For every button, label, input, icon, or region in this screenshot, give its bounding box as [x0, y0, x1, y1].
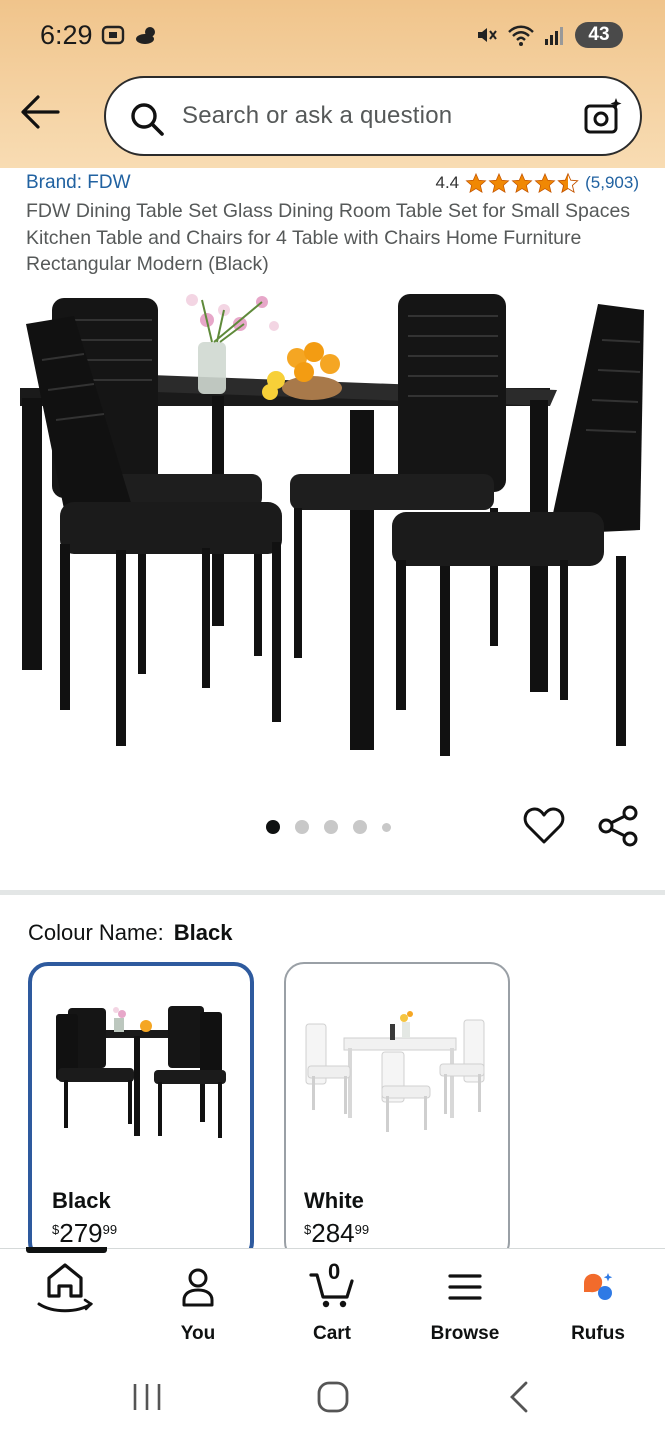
home-button-icon[interactable] [316, 1380, 350, 1414]
carousel-dot[interactable] [266, 820, 280, 834]
status-time: 6:29 [40, 20, 93, 50]
mute-icon [478, 28, 497, 42]
product-title: FDW Dining Table Set Glass Dining Room T… [26, 200, 631, 275]
search-input[interactable]: Search or ask a question [182, 102, 452, 130]
heart-icon[interactable] [522, 804, 566, 848]
colour-label-text: Colour Name: [28, 920, 164, 945]
nav-cart[interactable]: 0 Cart [277, 1259, 387, 1345]
price-fraction: 99 [354, 1222, 370, 1237]
home-icon [37, 1263, 94, 1313]
carousel-dot[interactable] [295, 820, 309, 834]
screenshot-icon [101, 25, 125, 45]
price-currency: $ [304, 1222, 312, 1237]
price-fraction: 99 [102, 1222, 118, 1237]
brand-link[interactable]: Brand: FDW [26, 172, 131, 194]
swatch-name: White [304, 1188, 364, 1213]
star-half-icon [557, 172, 579, 194]
active-tab-indicator [26, 1247, 107, 1253]
nav-browse[interactable]: Browse [410, 1265, 520, 1345]
rufus-icon [584, 1273, 613, 1300]
star-rating [465, 172, 579, 194]
search-icon [131, 103, 164, 136]
swatch-image-black [56, 1006, 226, 1138]
colour-option-black[interactable]: Black $ 279 99 [28, 962, 254, 1262]
arrow-left-icon[interactable] [18, 92, 62, 132]
weather-icon [136, 27, 155, 44]
back-button-icon[interactable] [506, 1380, 532, 1414]
star-icon [511, 172, 533, 193]
carousel-dot[interactable] [382, 822, 391, 832]
nav-home[interactable] [10, 1263, 120, 1313]
colour-label: Colour Name: Black [28, 920, 232, 946]
carousel-dots[interactable] [266, 820, 391, 834]
battery-indicator: 43 [575, 22, 623, 48]
nav-label: Rufus [571, 1323, 625, 1344]
menu-icon [448, 1274, 482, 1300]
swatch-image-white [305, 1011, 485, 1132]
share-icon[interactable] [596, 804, 640, 848]
system-nav-bar [0, 1346, 665, 1440]
swatch-price: $ 284 99 [304, 1218, 369, 1249]
rating-count[interactable]: (5,903) [585, 173, 639, 193]
signal-icon [545, 27, 563, 45]
cart-count-badge: 0 [328, 1259, 341, 1284]
user-icon [182, 1268, 214, 1307]
bottom-nav: You 0 Cart Browse Rufus [0, 1247, 665, 1346]
swatch-price: $ 279 99 [52, 1218, 117, 1249]
nav-label: You [180, 1323, 216, 1344]
camera-icon[interactable] [582, 96, 624, 138]
wifi-icon [508, 25, 534, 46]
colour-selected-value: Black [173, 920, 233, 945]
price-whole: 284 [311, 1218, 355, 1248]
colour-option-white[interactable]: White $ 284 99 [284, 962, 510, 1262]
product-image[interactable] [12, 280, 657, 770]
rating-value: 4.4 [435, 173, 460, 192]
price-whole: 279 [59, 1218, 103, 1248]
carousel-dot[interactable] [353, 820, 367, 834]
search-bar[interactable]: Search or ask a question [104, 76, 642, 156]
status-left-icons [100, 22, 160, 48]
price-currency: $ [52, 1222, 60, 1237]
top-header: 6:29 43 Search or ask a question [0, 0, 665, 168]
nav-you[interactable]: You [143, 1265, 253, 1345]
star-icon [465, 172, 487, 193]
swatch-name: Black [52, 1188, 111, 1213]
recent-apps-icon[interactable] [130, 1382, 164, 1412]
section-divider [0, 890, 665, 895]
carousel-dot[interactable] [324, 820, 338, 834]
star-icon [488, 172, 510, 193]
nav-rufus[interactable]: Rufus [543, 1265, 653, 1345]
nav-label: Browse [430, 1323, 500, 1344]
rating-row[interactable]: 4.4 (5,903) [435, 172, 639, 194]
nav-label: Cart [312, 1323, 351, 1344]
star-icon [534, 172, 556, 193]
status-right: 43 [475, 22, 623, 48]
status-bar: 6:29 43 [0, 0, 665, 72]
